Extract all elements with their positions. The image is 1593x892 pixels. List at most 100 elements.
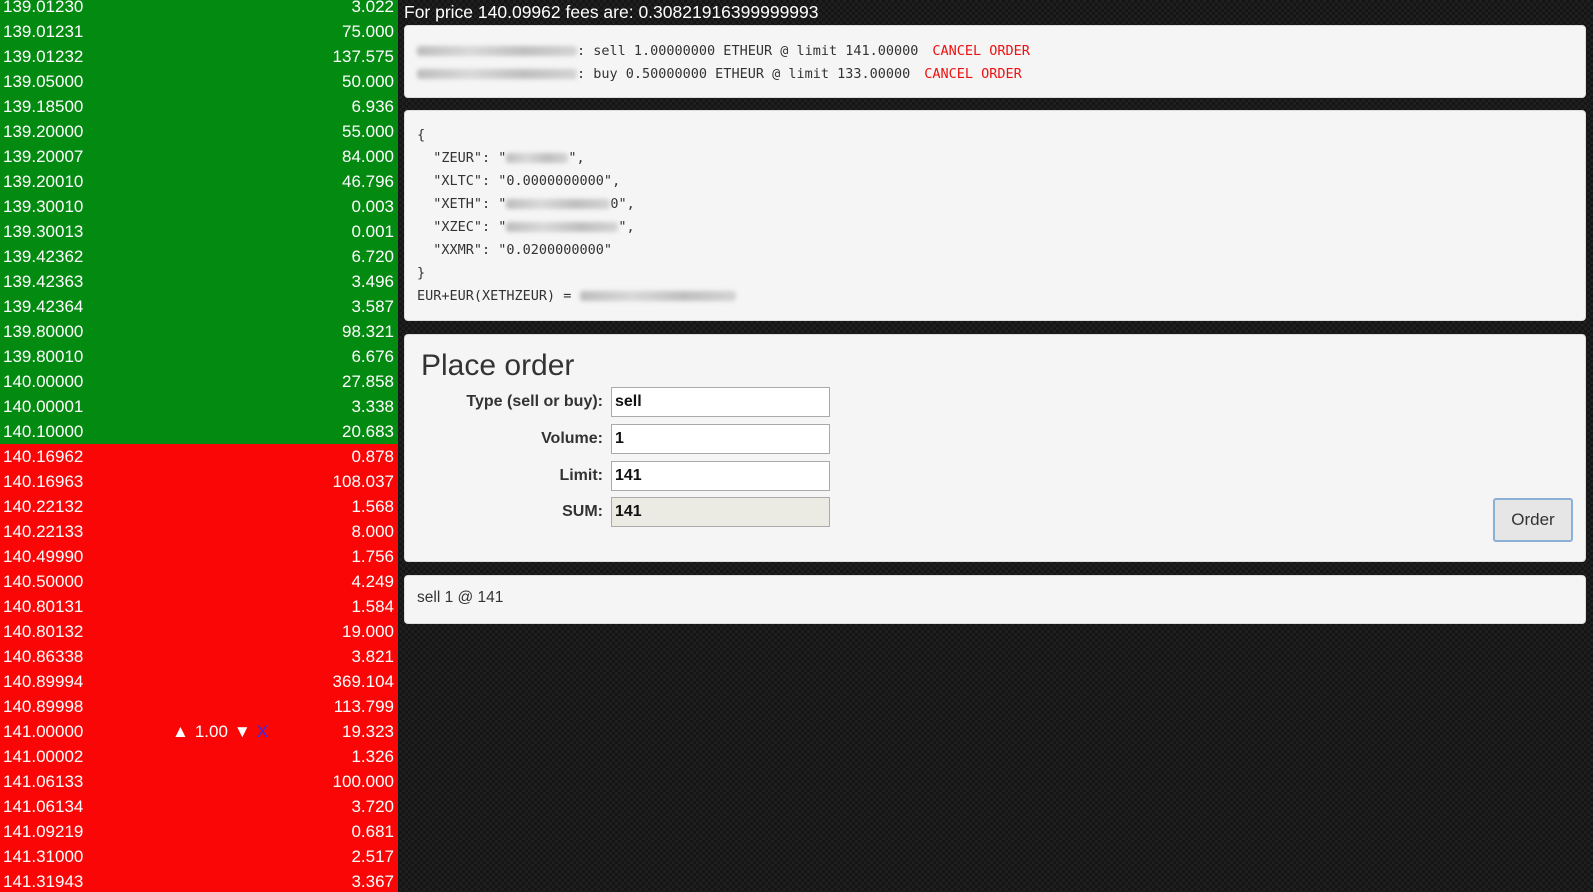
bid-row[interactable]: 139.01230 3.022	[0, 0, 398, 19]
remove-order-icon[interactable]: X	[257, 722, 268, 741]
bid-row[interactable]: 139.42362 6.720	[0, 244, 398, 269]
bid-row[interactable]: 140.00000 27.858	[0, 369, 398, 394]
volume-cell: 46.796	[342, 172, 394, 191]
cancel-order-button[interactable]: CANCEL ORDER	[932, 43, 1030, 59]
bid-row[interactable]: 140.10000 20.683	[0, 419, 398, 444]
ask-row[interactable]: 140.80131 1.584	[0, 594, 398, 619]
ask-row[interactable]: 140.16963 108.037	[0, 469, 398, 494]
ask-row[interactable]: 141.31000 2.517	[0, 844, 398, 869]
bid-row[interactable]: 139.18500 6.936	[0, 94, 398, 119]
balance-line-xzec: "XZEC": " ",	[417, 219, 635, 235]
ask-row[interactable]: 141.09219 0.681	[0, 819, 398, 844]
bid-row[interactable]: 139.30013 0.001	[0, 219, 398, 244]
volume-cell: 1.756	[351, 547, 394, 566]
fees-info: For price 140.09962 fees are: 0.30821916…	[404, 2, 819, 22]
price-cell: 140.10000	[3, 422, 84, 441]
redacted-order-id	[417, 69, 577, 79]
ask-row[interactable]: 140.86338 3.821	[0, 644, 398, 669]
type-row: Type (sell or buy):	[405, 387, 830, 417]
volume-input[interactable]	[611, 424, 830, 454]
price-cell: 139.20010	[3, 172, 84, 191]
ask-row[interactable]: 140.16962 0.878	[0, 444, 398, 469]
price-cell: 141.06134	[3, 797, 84, 816]
price-cell: 140.22132	[3, 497, 84, 516]
price-cell: 140.80132	[3, 622, 84, 641]
volume-cell: 0.001	[351, 222, 394, 241]
increase-icon[interactable]: ▲	[172, 722, 189, 741]
sum-row: SUM:	[405, 497, 830, 527]
open-orders-panel: : sell 1.00000000 ETHEUR @ limit 141.000…	[404, 25, 1586, 98]
bid-row[interactable]: 139.80010 6.676	[0, 344, 398, 369]
ask-row[interactable]: 141.06134 3.720	[0, 794, 398, 819]
bid-row[interactable]: 139.20010 46.796	[0, 169, 398, 194]
limit-input[interactable]	[611, 461, 830, 491]
volume-cell: 0.003	[351, 197, 394, 216]
price-cell: 140.00001	[3, 397, 84, 416]
price-cell: 139.30010	[3, 197, 84, 216]
price-cell: 139.42363	[3, 272, 84, 291]
ask-row[interactable]: 140.50000 4.249	[0, 569, 398, 594]
price-cell: 140.00000	[3, 372, 84, 391]
volume-cell: 3.022	[351, 0, 394, 16]
bid-row[interactable]: 139.01232 137.575	[0, 44, 398, 69]
bid-row[interactable]: 139.05000 50.000	[0, 69, 398, 94]
open-order-text: buy 0.50000000 ETHEUR @ limit 133.00000	[585, 66, 911, 82]
order-button[interactable]: Order	[1493, 498, 1573, 542]
ask-row[interactable]: 141.00002 1.326	[0, 744, 398, 769]
ask-row[interactable]: 141.06133 100.000	[0, 769, 398, 794]
cancel-order-button[interactable]: CANCEL ORDER	[924, 66, 1022, 82]
volume-cell: 20.683	[342, 422, 394, 441]
volume-cell: 6.720	[351, 247, 394, 266]
ask-row[interactable]: 140.89998 113.799	[0, 694, 398, 719]
volume-cell: 50.000	[342, 72, 394, 91]
redacted-value	[506, 153, 569, 163]
bid-row[interactable]: 139.20007 84.000	[0, 144, 398, 169]
volume-cell: 1.568	[351, 497, 394, 516]
bid-row[interactable]: 140.00001 3.338	[0, 394, 398, 419]
volume-cell: 3.367	[351, 872, 394, 891]
volume-row: Volume:	[405, 424, 830, 454]
status-text: sell 1 @ 141	[417, 589, 504, 606]
price-cell: 140.16963	[3, 472, 84, 491]
price-cell: 141.00000	[3, 722, 84, 741]
bid-row[interactable]: 139.30010 0.003	[0, 194, 398, 219]
type-label: Type (sell or buy):	[466, 393, 603, 410]
redacted-order-id	[417, 46, 577, 56]
decrease-icon[interactable]: ▼	[234, 722, 251, 741]
type-input[interactable]	[611, 387, 830, 417]
volume-cell: 113.799	[333, 697, 394, 716]
balance-panel: { "ZEUR": " ", "XLTC": "0.0000000000", "X…	[404, 110, 1586, 321]
balance-close-brace: }	[417, 265, 426, 281]
bid-row[interactable]: 139.42364 3.587	[0, 294, 398, 319]
ask-row[interactable]: 141.31943 3.367	[0, 869, 398, 892]
price-cell: 139.30013	[3, 222, 84, 241]
volume-cell: 1.326	[351, 747, 394, 766]
volume-cell: 108.037	[332, 472, 394, 491]
price-cell: 139.20007	[3, 147, 84, 166]
bid-row[interactable]: 139.01231 75.000	[0, 19, 398, 44]
volume-cell: 3.720	[351, 797, 394, 816]
ask-row[interactable]: 140.22133 8.000	[0, 519, 398, 544]
price-cell: 139.01230	[3, 0, 84, 16]
limit-label: Limit:	[559, 467, 603, 484]
volume-cell: 369.104	[332, 672, 394, 691]
volume-cell: 4.249	[351, 572, 394, 591]
price-cell: 139.01232	[3, 47, 84, 66]
status-panel: sell 1 @ 141	[404, 575, 1586, 624]
volume-cell: 84.000	[342, 147, 394, 166]
price-cell: 140.16962	[3, 447, 84, 466]
price-cell: 140.49990	[3, 547, 84, 566]
ask-row[interactable]: 140.89994 369.104	[0, 669, 398, 694]
order-book: 139.01230 3.022 139.01231 75.000 139.01232 13…	[0, 0, 398, 892]
volume-cell: 1.584	[351, 597, 394, 616]
bid-row[interactable]: 139.20000 55.000	[0, 119, 398, 144]
price-cell: 140.86338	[3, 647, 84, 666]
ask-row[interactable]: 141.00000 ▲ 1.00 ▼ X 19.323	[0, 719, 398, 744]
ask-row[interactable]: 140.49990 1.756	[0, 544, 398, 569]
ask-row[interactable]: 140.22132 1.568	[0, 494, 398, 519]
bid-row[interactable]: 139.42363 3.496	[0, 269, 398, 294]
volume-cell: 2.517	[351, 847, 394, 866]
ask-row[interactable]: 140.80132 19.000	[0, 619, 398, 644]
bid-row[interactable]: 139.80000 98.321	[0, 319, 398, 344]
sum-label: SUM:	[562, 503, 603, 520]
